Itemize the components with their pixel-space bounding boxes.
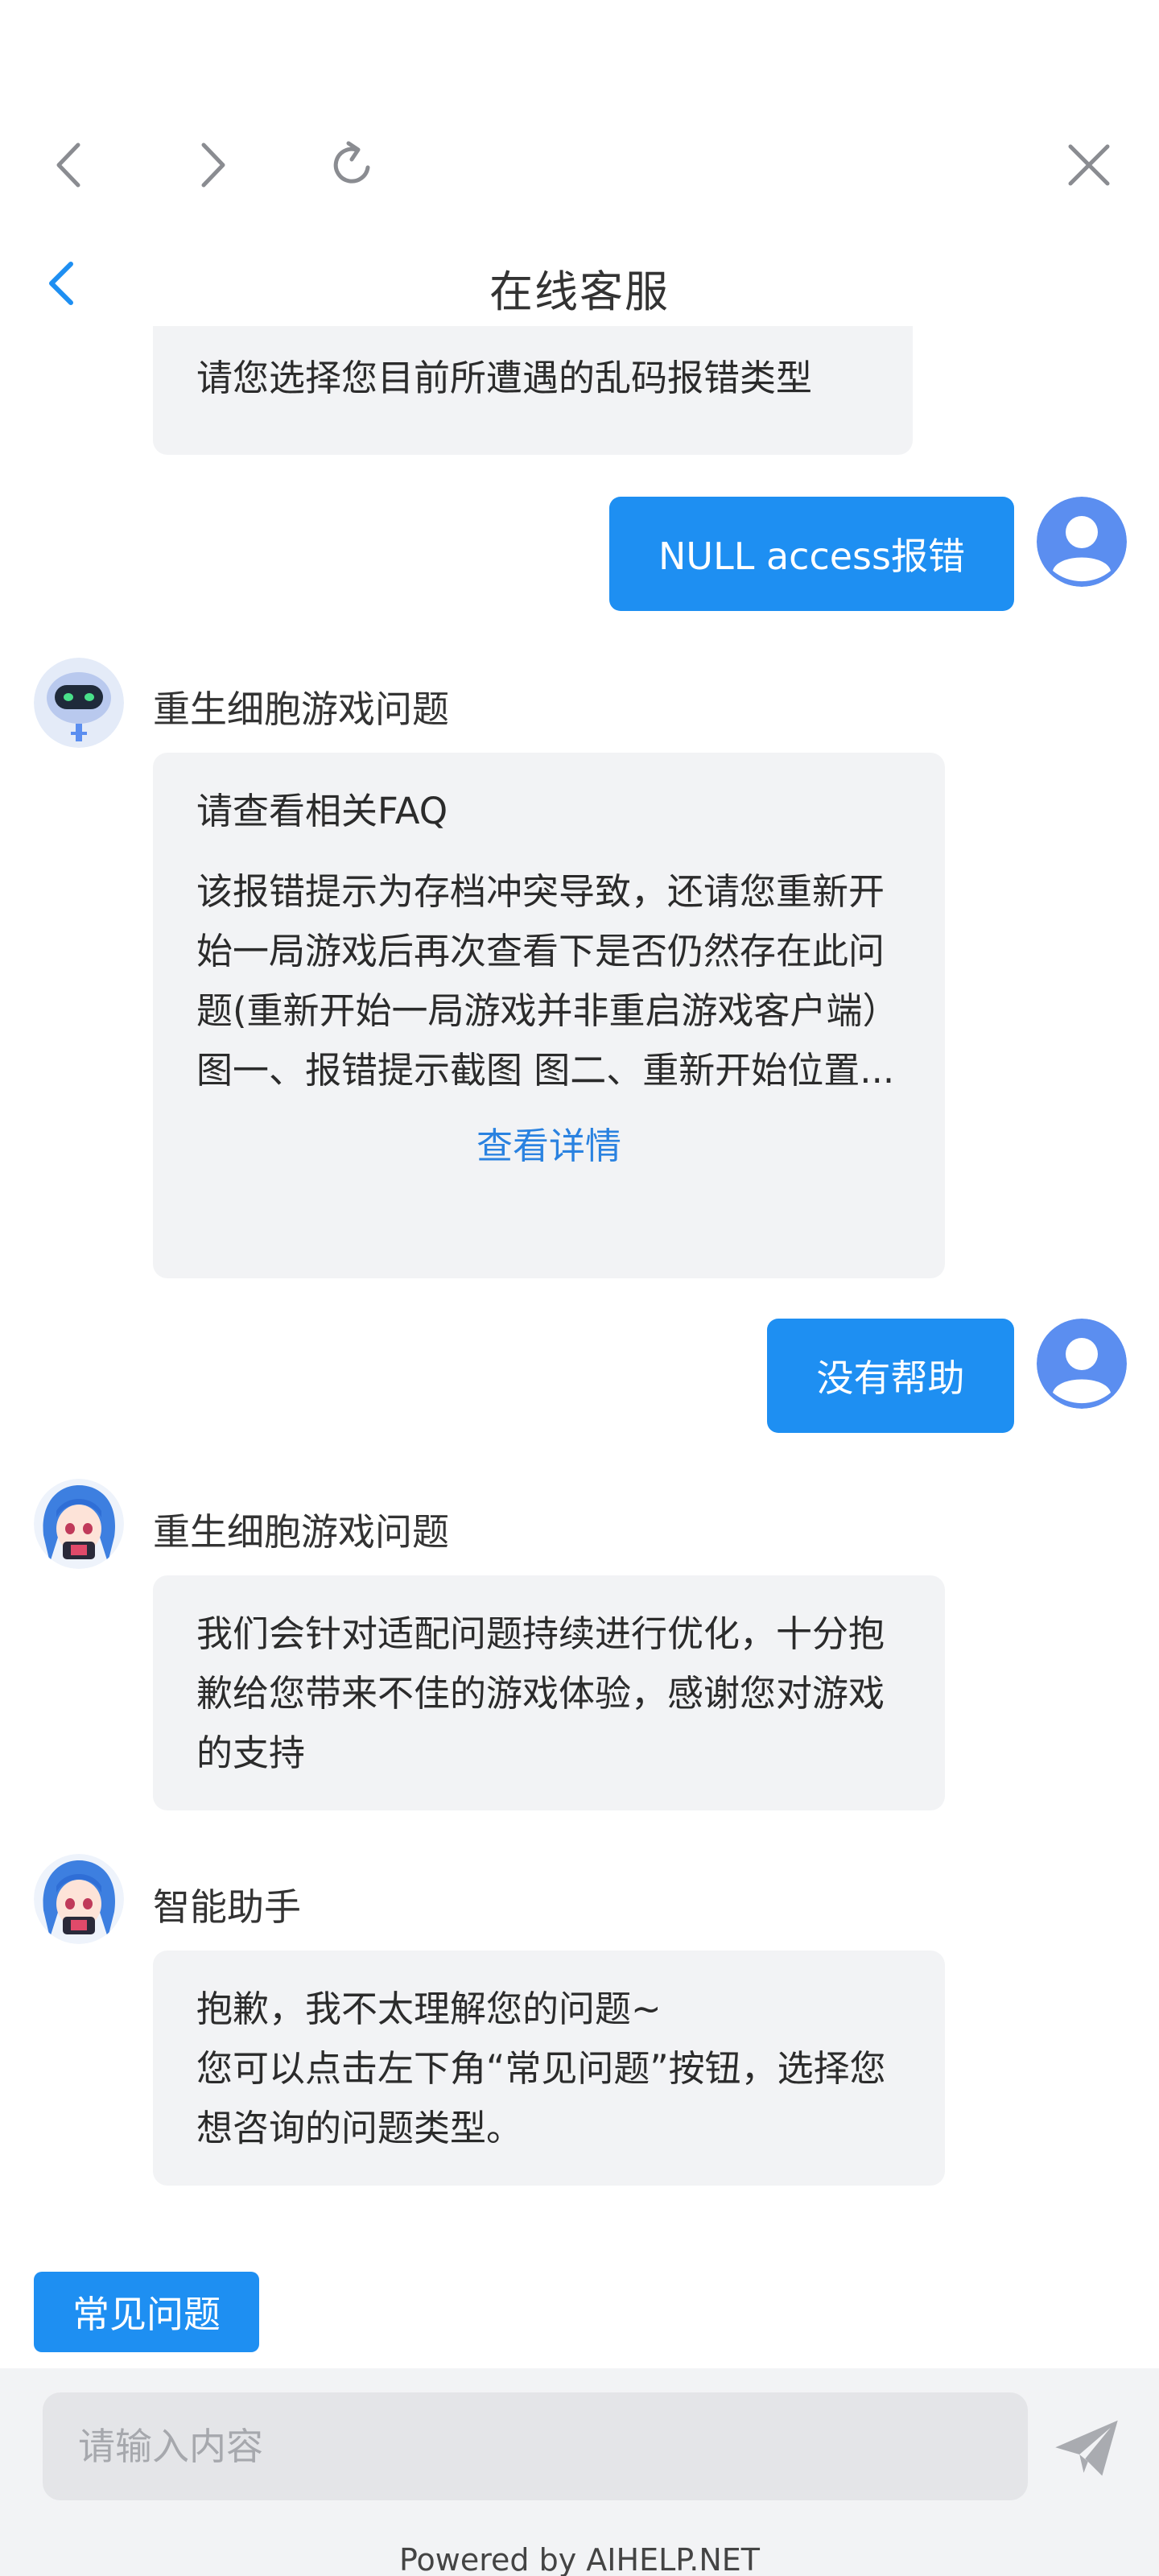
close-icon bbox=[1068, 144, 1110, 186]
view-details-link[interactable]: 查看详情 bbox=[196, 1117, 901, 1176]
faq-title: 请查看相关FAQ bbox=[196, 790, 448, 832]
message-input[interactable] bbox=[43, 2392, 1028, 2500]
common-questions-button[interactable]: 常见问题 bbox=[34, 2272, 259, 2352]
message-bubble-incoming: 请您选择您目前所遭遇的乱码报错类型 bbox=[153, 326, 913, 455]
message-text: 您可以点击左下角“常见问题”按钮，选择您想咨询的问题类型。 bbox=[196, 2047, 886, 2149]
bot-avatar bbox=[34, 658, 124, 748]
message-text: 抱歉，我不太理解您的问题~ bbox=[196, 1988, 662, 2030]
nav-refresh-button[interactable] bbox=[320, 133, 385, 197]
message-bubble-incoming: 抱歉，我不太理解您的问题~ 您可以点击左下角“常见问题”按钮，选择您想咨询的问题… bbox=[153, 1951, 945, 2186]
chat-header: 在线客服 bbox=[0, 242, 1159, 326]
refresh-icon bbox=[333, 141, 370, 184]
page-title: 在线客服 bbox=[489, 266, 670, 317]
message-text: 请您选择您目前所遭遇的乱码报错类型 bbox=[196, 357, 813, 399]
powered-by-text: Powered by AIHELP.NET bbox=[398, 2542, 760, 2576]
message-text: NULL access报错 bbox=[658, 535, 965, 578]
anime-avatar bbox=[34, 1854, 124, 1944]
nav-forward-button[interactable] bbox=[179, 133, 243, 197]
user-avatar-icon bbox=[1037, 497, 1127, 587]
nav-back-button[interactable] bbox=[39, 133, 103, 197]
faq-body: 该报错提示为存档冲突导致，还请您重新开始一局游戏后再次查看下是否仍然存在此问题(… bbox=[196, 870, 899, 1092]
send-icon bbox=[1055, 2420, 1118, 2476]
chat-area[interactable]: 请您选择您目前所遭遇的乱码报错类型 NULL access报错 重生细胞游戏问题… bbox=[0, 326, 1159, 2246]
sender-name: 智能助手 bbox=[153, 1885, 301, 1929]
faq-card: 请查看相关FAQ 该报错提示为存档冲突导致，还请您重新开始一局游戏后再次查看下是… bbox=[153, 753, 945, 1278]
sender-name: 重生细胞游戏问题 bbox=[153, 1510, 449, 1554]
anime-avatar bbox=[34, 1479, 124, 1569]
message-bubble-incoming: 我们会针对适配问题持续进行优化，十分抱歉给您带来不佳的游戏体验，感谢您对游戏的支… bbox=[153, 1575, 945, 1810]
close-button[interactable] bbox=[1057, 133, 1121, 197]
message-text: 我们会针对适配问题持续进行优化，十分抱歉给您带来不佳的游戏体验，感谢您对游戏的支… bbox=[196, 1612, 885, 1774]
message-bubble-outgoing: NULL access报错 bbox=[609, 497, 1014, 611]
sender-name: 重生细胞游戏问题 bbox=[153, 687, 449, 731]
input-bar: Powered by AIHELP.NET bbox=[0, 2368, 1159, 2576]
message-bubble-outgoing: 没有帮助 bbox=[767, 1319, 1014, 1433]
chevron-right-icon bbox=[201, 142, 225, 188]
app-root: 在线客服 请您选择您目前所遭遇的乱码报错类型 NULL access报错 重生细… bbox=[0, 0, 1159, 2576]
user-avatar-icon bbox=[1037, 1319, 1127, 1409]
send-button[interactable] bbox=[1046, 2409, 1127, 2489]
message-text: 没有帮助 bbox=[816, 1356, 965, 1400]
chevron-left-icon bbox=[56, 142, 80, 188]
